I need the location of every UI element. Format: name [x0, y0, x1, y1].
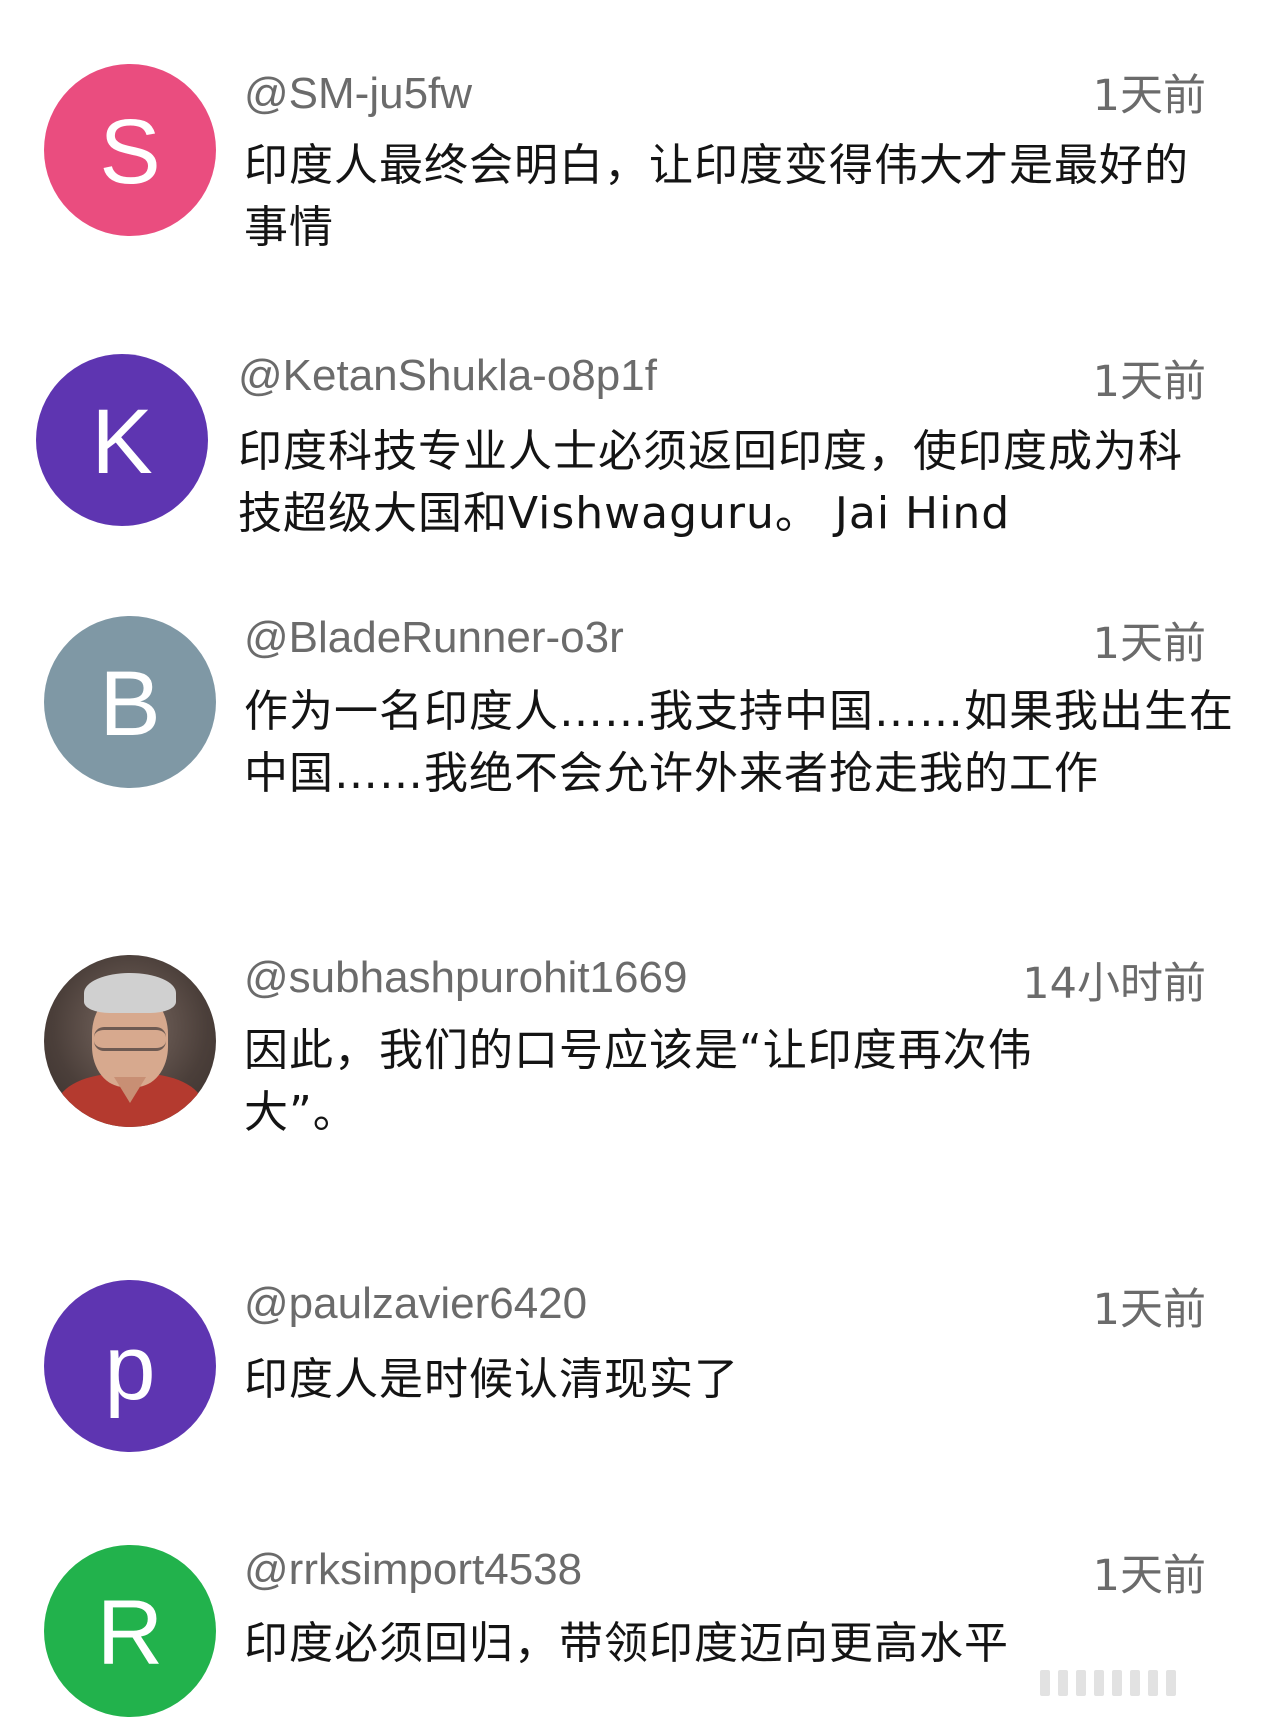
comment-text: 印度人是时候认清现实了	[244, 1354, 739, 1405]
comment-author-handle[interactable]: @KetanShukla-o8p1f	[238, 350, 657, 402]
avatar-letter: K	[91, 391, 153, 493]
avatar[interactable]: K	[36, 354, 208, 526]
photo-glasses	[94, 1027, 166, 1051]
comment-time: 1天前	[1092, 357, 1206, 407]
avatar[interactable]: S	[44, 64, 216, 236]
avatar[interactable]: B	[44, 616, 216, 788]
comment-time: 1天前	[1092, 71, 1206, 121]
avatar-letter: S	[99, 101, 161, 203]
comment-time: 1天前	[1092, 619, 1206, 669]
comment-text: 因此，我们的口号应该是“让印度再次伟大”。	[244, 1025, 1033, 1138]
comment-list: S @SM-ju5fw 1天前 印度人最终会明白，让印度变得伟大才是最好的事情 …	[0, 0, 1280, 1717]
comment-author-handle[interactable]: @SM-ju5fw	[244, 68, 472, 120]
avatar-letter: p	[104, 1317, 156, 1419]
comment-time: 1天前	[1092, 1285, 1206, 1335]
comment-author-handle[interactable]: @paulzavier6420	[244, 1278, 587, 1330]
avatar[interactable]: p	[44, 1280, 216, 1452]
comment-author-handle[interactable]: @rrksimport4538	[244, 1544, 582, 1596]
comment-time: 14小时前	[1022, 959, 1206, 1009]
person-photo-icon[interactable]	[44, 955, 216, 1127]
watermark-glyphs	[1040, 1668, 1176, 1698]
photo-hair	[84, 973, 176, 1013]
comment-text: 印度人最终会明白，让印度变得伟大才是最好的事情	[244, 140, 1189, 253]
avatar-letter: R	[96, 1582, 164, 1684]
avatar-letter: B	[99, 653, 161, 755]
avatar[interactable]: R	[44, 1545, 216, 1717]
comment-text: 作为一名印度人……我支持中国……如果我出生在中国……我绝不会允许外来者抢走我的工…	[244, 686, 1234, 799]
comment-text: 印度科技专业人士必须返回印度，使印度成为科技超级大国和Vishwaguru。 J…	[238, 426, 1183, 539]
comment-author-handle[interactable]: @BladeRunner-o3r	[244, 612, 624, 664]
comment-author-handle[interactable]: @subhashpurohit1669	[244, 952, 687, 1004]
comment-time: 1天前	[1092, 1551, 1206, 1601]
